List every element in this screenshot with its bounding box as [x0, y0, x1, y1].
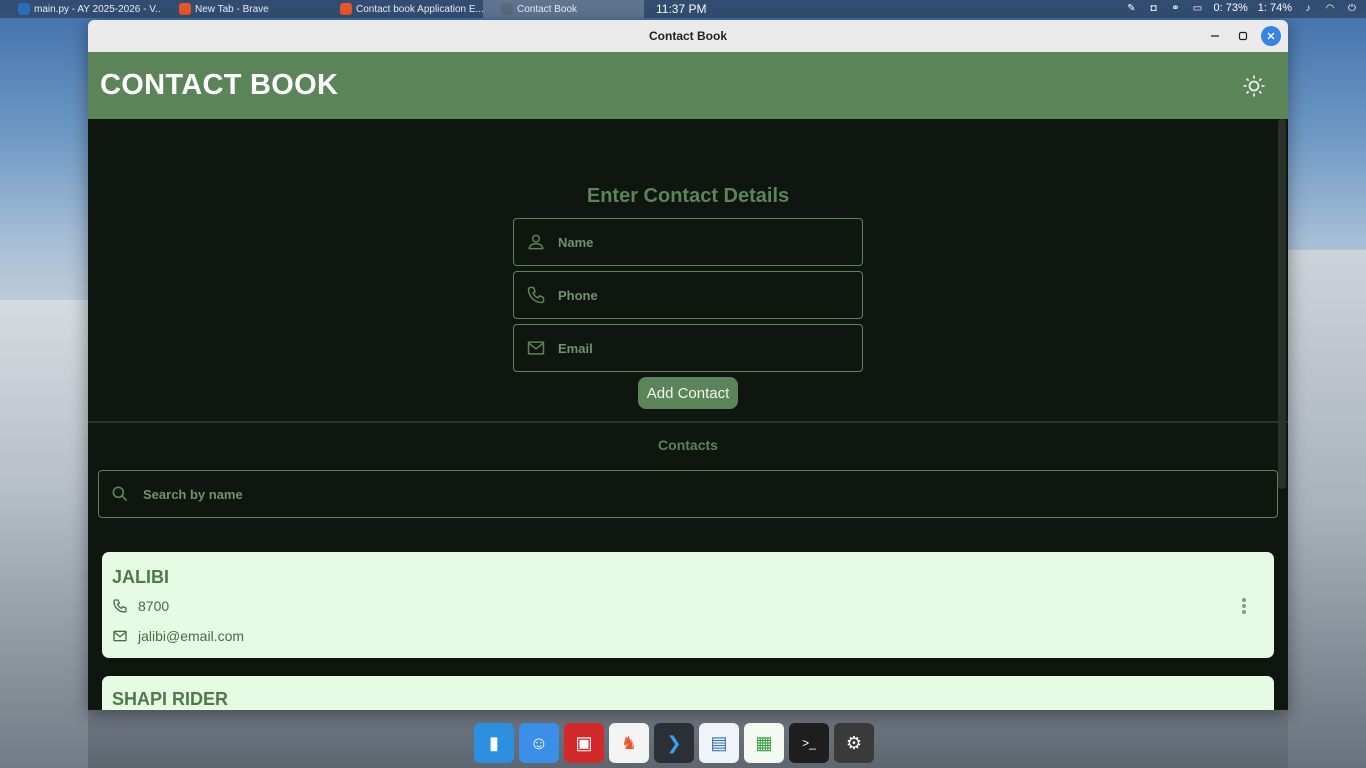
camera-icon[interactable]: ◘	[1148, 2, 1160, 14]
email-input[interactable]	[554, 340, 844, 356]
battery-level: 0: 73%	[1213, 2, 1248, 14]
brave-icon[interactable]: ♞	[609, 723, 649, 763]
contacts-heading: Contacts	[658, 437, 718, 453]
contact-email-row: jalibi@email.com	[112, 628, 244, 644]
contact-email: jalibi@email.com	[138, 628, 245, 644]
window-title: Contact Book	[649, 29, 727, 43]
search-icon	[99, 484, 139, 504]
contact-name: SHAPI RIDER	[112, 689, 229, 709]
battery-level-2: 1: 74%	[1257, 2, 1292, 14]
vscode-icon[interactable]: ❯	[654, 723, 694, 763]
contact-name: JALIBI	[112, 567, 170, 587]
close-button[interactable]	[1261, 26, 1281, 46]
task-brave-newtab[interactable]: New Tab - Brave	[161, 0, 322, 18]
contact-card[interactable]: JALIBI 8700 jalibi@email.com	[102, 552, 1274, 658]
contact-card[interactable]: SHAPI RIDER	[102, 676, 1274, 710]
maximize-icon	[1238, 31, 1248, 41]
brave-icon	[340, 3, 352, 15]
contact-phone-row: 8700	[112, 598, 169, 614]
search-field[interactable]	[98, 470, 1278, 518]
window-titlebar[interactable]: Contact Book	[88, 20, 1288, 52]
task-label: main.py - AY 2025-2026 - V...	[34, 3, 161, 15]
task-vscode[interactable]: main.py - AY 2025-2026 - V...	[0, 0, 161, 18]
minimize-icon	[1211, 35, 1219, 37]
divider	[88, 421, 1288, 423]
minimize-button[interactable]	[1205, 26, 1225, 46]
app-content: Enter Contact Details Add Contact Contac…	[88, 119, 1288, 710]
battery-icon[interactable]: ▭	[1192, 2, 1204, 14]
theme-toggle-button[interactable]	[1240, 72, 1268, 100]
scrollbar[interactable]	[1278, 119, 1286, 489]
brave-icon	[179, 3, 191, 15]
email-field[interactable]	[513, 324, 863, 372]
pen-icon[interactable]: ✎	[1126, 2, 1138, 14]
volume-icon[interactable]: ♪	[1302, 2, 1314, 14]
task-label: Contact Book	[517, 3, 578, 15]
vscode-icon	[18, 3, 30, 15]
phone-input[interactable]	[554, 287, 844, 303]
task-label: New Tab - Brave	[195, 3, 269, 15]
sun-icon	[1243, 75, 1265, 97]
app-title: CONTACT BOOK	[100, 69, 339, 101]
name-input[interactable]	[554, 234, 844, 250]
launcher-icon[interactable]: ▮	[474, 723, 514, 763]
phone-icon	[113, 599, 127, 613]
desktop-wallpaper-right	[1288, 250, 1366, 768]
contact-menu-button[interactable]	[1232, 594, 1256, 618]
network-share-icon[interactable]: ⚭	[1170, 2, 1182, 14]
form-title: Enter Contact Details	[586, 185, 790, 207]
settings-icon[interactable]: ⚙	[834, 723, 874, 763]
contact-phone: 8700	[138, 598, 170, 614]
search-input[interactable]	[139, 486, 1239, 502]
phone-field[interactable]	[513, 271, 863, 319]
contact-book-window: Contact Book CONTACT BOOK Enter Contact …	[88, 20, 1288, 710]
desktop-wallpaper	[0, 300, 88, 768]
mail-icon	[113, 630, 127, 642]
name-field[interactable]	[513, 218, 863, 266]
system-tray: ✎ ◘ ⚭ ▭ 0: 73% 1: 74% ♪ ◠ ⏻	[1126, 2, 1359, 14]
more-vertical-icon	[1242, 598, 1246, 614]
power-icon[interactable]: ⏻	[1346, 2, 1358, 14]
app-window-icon	[501, 3, 513, 15]
terminal-icon[interactable]: >_	[789, 723, 829, 763]
maximize-button[interactable]	[1233, 26, 1253, 46]
wifi-icon[interactable]: ◠	[1324, 2, 1336, 14]
spreadsheet-icon[interactable]: ▦	[744, 723, 784, 763]
add-contact-button[interactable]: Add Contact	[638, 377, 738, 409]
phone-icon	[514, 285, 554, 305]
task-label: Contact book Application E...	[356, 3, 483, 15]
task-contactbook[interactable]: Contact Book	[483, 0, 644, 18]
app-bar: CONTACT BOOK	[88, 52, 1288, 119]
document-viewer-icon[interactable]: ▤	[699, 723, 739, 763]
top-panel: main.py - AY 2025-2026 - V... New Tab - …	[0, 0, 1366, 18]
task-brave-contactbook[interactable]: Contact book Application E...	[322, 0, 483, 18]
mail-icon	[514, 338, 554, 358]
person-icon	[514, 232, 554, 252]
dock: ▮ ☺ ▣ ♞ ❯ ▤ ▦ >_ ⚙	[474, 722, 891, 764]
close-icon	[1267, 32, 1275, 40]
finder-icon[interactable]: ☺	[519, 723, 559, 763]
clock[interactable]: 11:37 PM	[656, 2, 706, 16]
photo-booth-icon[interactable]: ▣	[564, 723, 604, 763]
